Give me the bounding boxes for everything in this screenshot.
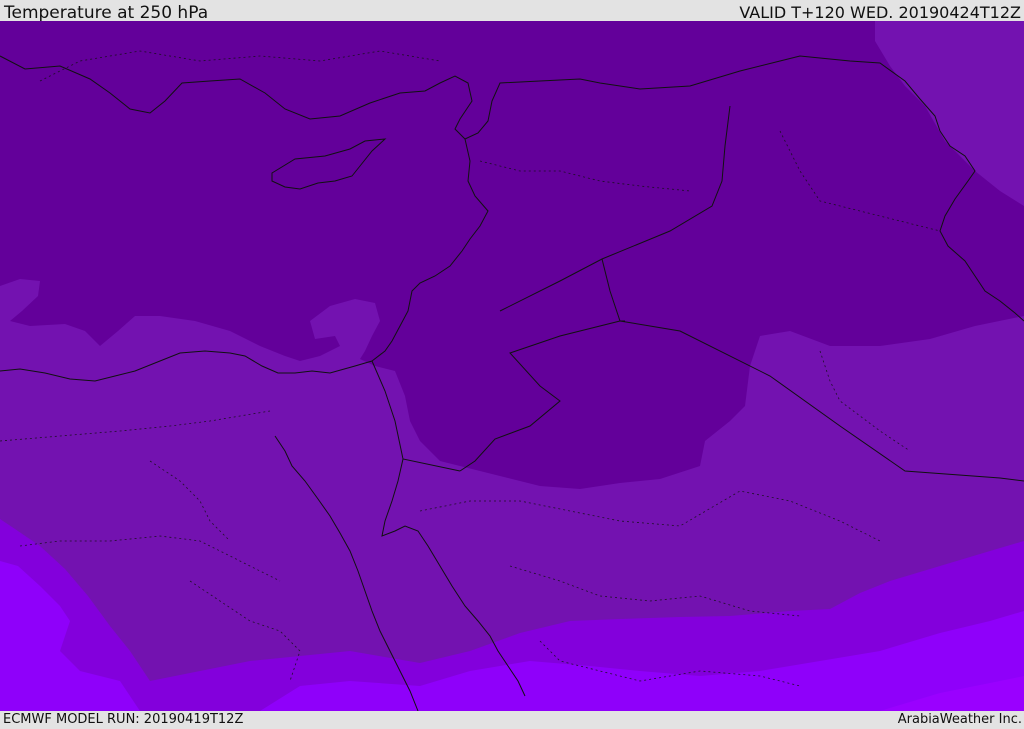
weather-map-viewer: Temperature at 250 hPa VALID T+120 WED. … <box>0 0 1024 729</box>
model-run-label: ECMWF MODEL RUN: 20190419T12Z <box>3 712 244 727</box>
valid-time-label: VALID T+120 WED. 20190424T12Z <box>739 3 1021 22</box>
footer-bar: ECMWF MODEL RUN: 20190419T12Z ArabiaWeat… <box>0 711 1024 729</box>
header-bar: Temperature at 250 hPa VALID T+120 WED. … <box>0 0 1024 23</box>
temperature-map <box>0 21 1024 711</box>
map-title: Temperature at 250 hPa <box>4 3 209 23</box>
credit-label: ArabiaWeather Inc. <box>897 712 1022 727</box>
